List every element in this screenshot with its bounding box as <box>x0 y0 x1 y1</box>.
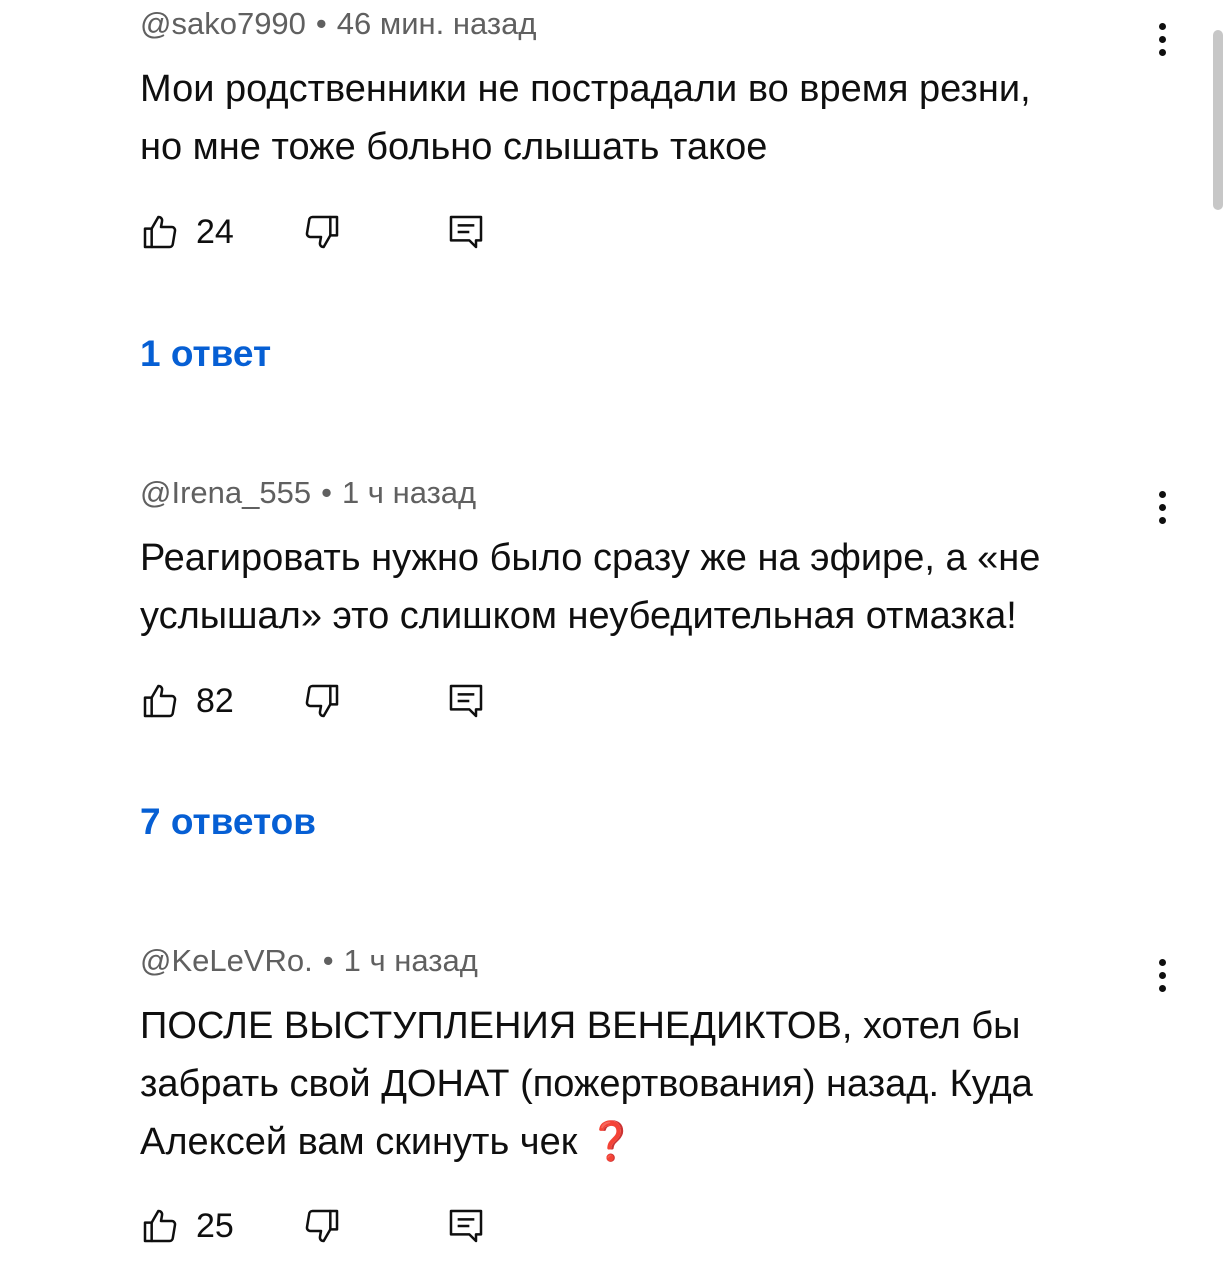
thumb-up-icon <box>143 1209 177 1243</box>
thumb-up-icon <box>143 684 177 718</box>
comment-line: Алексей вам скинуть чек <box>140 1121 578 1163</box>
dislike-button[interactable] <box>302 676 342 726</box>
comment-actions: 82 <box>140 676 540 726</box>
meta-separator: • <box>315 6 327 41</box>
comment-meta: @Irena_555 • 1 ч назад <box>140 473 476 513</box>
comment-author[interactable]: @Irena_555 <box>140 475 311 510</box>
scrollbar[interactable] <box>1213 30 1223 210</box>
like-button[interactable]: 82 <box>140 676 234 726</box>
thumb-down-icon <box>305 684 339 718</box>
dislike-button[interactable] <box>302 1201 342 1251</box>
more-vertical-icon[interactable] <box>1142 482 1182 532</box>
comment-actions: 24 <box>140 207 540 257</box>
reply-comment-icon <box>449 1209 483 1243</box>
comment-meta: @sako7990 • 46 мин. назад <box>140 4 536 44</box>
like-count: 25 <box>196 1206 234 1245</box>
thumb-down-icon <box>305 1209 339 1243</box>
like-count: 24 <box>196 212 234 251</box>
meta-separator: • <box>322 943 334 978</box>
more-vertical-icon[interactable] <box>1142 14 1182 64</box>
replies-button[interactable]: 1 ответ <box>140 332 271 376</box>
reply-button[interactable] <box>446 676 486 726</box>
reply-comment-icon <box>449 215 483 249</box>
comment-line: Мои родственники не пострадали во время … <box>140 68 1031 110</box>
comment-text: Мои родственники не пострадали во время … <box>140 60 1150 176</box>
thumb-down-icon <box>305 215 339 249</box>
reply-comment-icon <box>449 684 483 718</box>
comment-time: 46 мин. назад <box>336 6 537 41</box>
dislike-button[interactable] <box>302 207 342 257</box>
comment-author[interactable]: @KeLeVRo. <box>140 943 313 978</box>
comment-line: забрать свой ДОНАТ (пожертвования) назад… <box>140 1063 1033 1105</box>
comment-line: ПОСЛЕ ВЫСТУПЛЕНИЯ ВЕНЕДИКТОВ, хотел бы <box>140 1005 1021 1047</box>
comment-line: услышал» это слишком неубедительная отма… <box>140 595 1017 637</box>
comment-line: но мне тоже больно слышать такое <box>140 126 768 168</box>
thumb-up-icon <box>143 215 177 249</box>
question-mark-emoji: ❓ <box>587 1121 636 1163</box>
more-vertical-icon[interactable] <box>1142 950 1182 1000</box>
comment-actions: 25 <box>140 1201 540 1251</box>
reply-button[interactable] <box>446 1201 486 1251</box>
comment-text: Реагировать нужно было сразу же на эфире… <box>140 529 1150 645</box>
like-button[interactable]: 25 <box>140 1201 234 1251</box>
comment-text: ПОСЛЕ ВЫСТУПЛЕНИЯ ВЕНЕДИКТОВ, хотел бы з… <box>140 997 1150 1171</box>
comment-time: 1 ч назад <box>341 475 477 510</box>
comment-time: 1 ч назад <box>343 943 478 978</box>
comment-meta: @KeLeVRo. • 1 ч назад <box>140 941 478 981</box>
replies-button[interactable]: 7 ответов <box>140 800 316 844</box>
like-button[interactable]: 24 <box>140 207 234 257</box>
like-count: 82 <box>196 681 234 720</box>
comment-line: Реагировать нужно было сразу же на эфире… <box>140 537 1041 579</box>
meta-separator: • <box>321 475 332 510</box>
comment-author[interactable]: @sako7990 <box>140 6 306 41</box>
reply-button[interactable] <box>446 207 486 257</box>
